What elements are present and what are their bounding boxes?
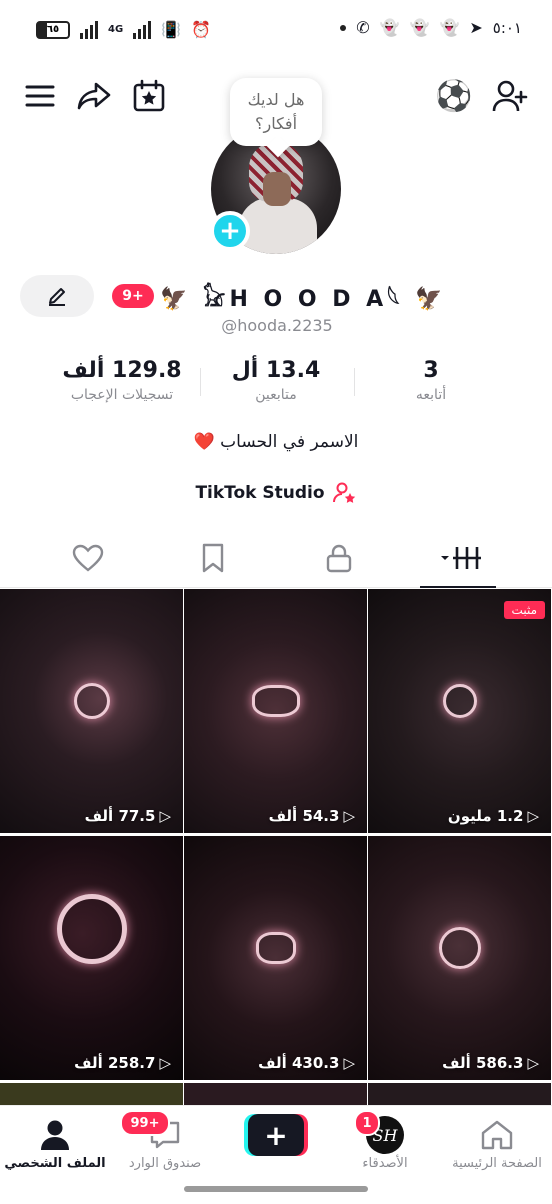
tiktok-studio-link[interactable]: TikTok Studio <box>0 482 552 504</box>
play-icon: ▷ <box>343 1054 355 1072</box>
nav-inbox[interactable]: صندوق الوارد 99+ <box>110 1110 220 1171</box>
followers-label: متابعين <box>255 387 297 403</box>
status-time: ٥:٠١ <box>492 18 522 37</box>
stats: 129.8 ألف تسجيلات الإعجاب 13.4 أل متابعي… <box>0 358 552 418</box>
pinned-badge: مثبت <box>503 601 545 619</box>
eagle-icon: 🦅 <box>415 287 447 312</box>
video-thumbnail[interactable]: مثبت ▷ 1.2 مليون <box>368 589 551 833</box>
nav-friends-label: الأصدقاء <box>362 1156 408 1171</box>
nav-profile-label: الملف الشخصي <box>4 1156 106 1171</box>
video-thumbnail[interactable] <box>184 1083 367 1105</box>
add-story-button[interactable]: + <box>210 211 250 251</box>
active-tab-indicator <box>420 586 496 588</box>
snapchat-icon: 👻 <box>409 18 430 37</box>
display-name: 🦅 𓃠H O O D A𓆩 🦅 <box>160 287 447 312</box>
heart-icon <box>72 544 104 572</box>
studio-label: TikTok Studio <box>195 483 325 503</box>
video-thumbnail[interactable] <box>0 1083 183 1105</box>
tab-favorites[interactable] <box>193 540 233 576</box>
play-icon: ▷ <box>159 1054 171 1072</box>
menu-icon[interactable] <box>22 78 58 114</box>
profile-icon <box>41 1120 69 1150</box>
create-button[interactable]: + <box>244 1114 308 1156</box>
snapchat-icon: 👻 <box>439 18 460 37</box>
nav-home-label: الصفحة الرئيسية <box>452 1156 542 1171</box>
battery-icon: ٦٥ <box>36 20 70 39</box>
share-icon[interactable] <box>76 78 112 114</box>
network-label: 4G <box>108 24 124 35</box>
calendar-star-icon[interactable] <box>131 78 167 114</box>
edit-name-button[interactable] <box>20 275 94 317</box>
profile-tabs <box>0 530 552 588</box>
play-icon: ▷ <box>527 807 539 825</box>
grid-icon <box>441 547 481 569</box>
username: @hooda.2235 <box>221 316 333 335</box>
notification-dot <box>340 24 347 31</box>
bookmark-icon <box>202 543 224 573</box>
nav-profile[interactable]: الملف الشخصي <box>0 1114 110 1171</box>
video-thumbnail[interactable]: ▷ 77.5 ألف <box>0 589 183 833</box>
view-count: ▷ 54.3 ألف <box>268 807 355 825</box>
add-friend-icon[interactable] <box>492 78 528 114</box>
stat-followers[interactable]: 13.4 أل متابعين <box>210 358 342 403</box>
following-count: 3 <box>423 358 439 383</box>
view-count: ▷ 258.7 ألف <box>74 1054 171 1072</box>
view-count: ▷ 77.5 ألف <box>84 807 171 825</box>
nav-inbox-label: صندوق الوارد <box>128 1156 202 1171</box>
nav-friends[interactable]: SH الأصدقاء 1 <box>330 1110 440 1171</box>
play-icon: ▷ <box>343 807 355 825</box>
likes-count: 129.8 ألف <box>62 358 182 383</box>
telegram-icon: ➤ <box>469 18 483 37</box>
tab-liked[interactable] <box>68 540 108 576</box>
inbox-badge: 99+ <box>120 1110 170 1136</box>
friends-badge: 1 <box>354 1110 380 1136</box>
home-indicator[interactable] <box>184 1186 368 1192</box>
notification-badge[interactable]: 9+ <box>112 284 154 308</box>
followers-count: 13.4 أل <box>231 358 321 383</box>
plus-icon: + <box>248 1114 304 1156</box>
likes-label: تسجيلات الإعجاب <box>70 387 174 403</box>
whatsapp-icon: ✆ <box>356 18 370 37</box>
alarm-icon: ⏰ <box>191 20 212 39</box>
tab-private[interactable] <box>319 540 359 576</box>
stat-following[interactable]: 3 أتابعه <box>370 358 492 403</box>
video-thumbnail[interactable]: ▷ 54.3 ألف <box>184 589 367 833</box>
wing-icon: 𓆩 <box>387 287 404 312</box>
eagle-icon: 🦅 <box>160 287 192 312</box>
sphinx-icon: 𓃠 <box>203 287 230 312</box>
vibrate-icon: 📳 <box>161 20 182 39</box>
video-thumbnail[interactable]: ▷ 258.7 ألف <box>0 836 183 1080</box>
ideas-bubble[interactable]: هل لديك أفكار؟ <box>230 78 322 146</box>
video-thumbnail[interactable]: ▷ 586.3 ألف <box>368 836 551 1080</box>
play-icon: ▷ <box>527 1054 539 1072</box>
video-thumbnail[interactable] <box>368 1083 551 1105</box>
nav-home[interactable]: الصفحة الرئيسية <box>442 1114 552 1171</box>
tab-videos[interactable] <box>436 540 486 576</box>
home-icon <box>481 1120 513 1150</box>
stat-likes[interactable]: 129.8 ألف تسجيلات الإعجاب <box>50 358 194 403</box>
view-count: ▷ 586.3 ألف <box>442 1054 539 1072</box>
pencil-icon <box>49 288 65 306</box>
creator-star-icon <box>332 482 355 503</box>
bio: الاسمر في الحساب ❤️ <box>193 432 359 452</box>
following-label: أتابعه <box>415 387 447 403</box>
snapchat-icon: 👻 <box>379 18 400 37</box>
status-bar: ٦٥ 4G 📳 ⏰ ✆ 👻 👻 👻 ➤ ٥:٠١ <box>0 0 552 62</box>
video-thumbnail[interactable]: ▷ 430.3 ألف <box>184 836 367 1080</box>
play-icon: ▷ <box>159 807 171 825</box>
lock-icon <box>326 544 352 573</box>
soccer-ball-icon[interactable]: ⚽ <box>435 78 472 114</box>
view-count: ▷ 430.3 ألف <box>258 1054 355 1072</box>
signal-icon <box>80 20 98 39</box>
view-count: ▷ 1.2 مليون <box>447 807 539 825</box>
signal-icon-2 <box>133 20 152 39</box>
